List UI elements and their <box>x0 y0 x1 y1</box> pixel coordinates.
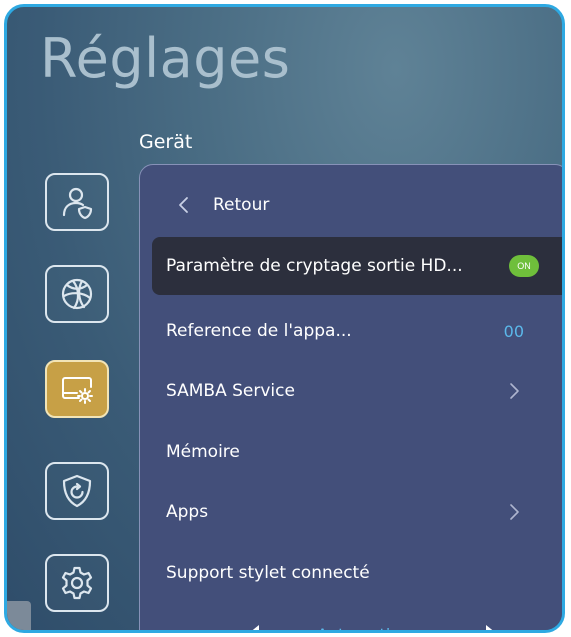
section-label: Gerät <box>139 131 193 153</box>
stylus-support-row[interactable]: Support stylet connecté <box>140 544 562 602</box>
sidebar-item-device[interactable] <box>45 360 109 418</box>
apps-row[interactable]: Apps <box>140 483 562 541</box>
apps-label: Apps <box>166 502 209 522</box>
device-reference-row[interactable]: Reference de l'appa... 00 <box>140 302 562 360</box>
stylus-mode-selector[interactable]: Automatique <box>140 620 562 633</box>
shield-refresh-icon <box>62 474 92 508</box>
hdmi-encryption-row[interactable]: Paramètre de cryptage sortie HD... ON <box>152 237 562 295</box>
device-reference-value: 00 <box>503 321 524 341</box>
device-reference-label: Reference de l'appa... <box>166 321 352 341</box>
samba-service-label: SAMBA Service <box>166 381 295 401</box>
sidebar-item-security[interactable] <box>45 462 109 520</box>
arrow-left-icon[interactable] <box>247 624 261 633</box>
globe-icon <box>61 278 93 310</box>
sidebar-item-user[interactable] <box>45 173 109 231</box>
sidebar-item-settings[interactable] <box>45 554 109 612</box>
chevron-right-icon <box>510 504 519 520</box>
settings-window: Réglages Gerät Retour Paramètre de crypt… <box>4 4 565 633</box>
device-settings-icon <box>62 377 93 404</box>
chevron-right-icon <box>510 383 519 399</box>
gear-icon <box>61 566 93 600</box>
page-title: Réglages <box>40 27 291 90</box>
chevron-left-icon <box>179 197 188 213</box>
hdmi-encryption-toggle[interactable]: ON <box>509 255 539 277</box>
back-label: Retour <box>213 195 270 215</box>
hdmi-encryption-label: Paramètre de cryptage sortie HD... <box>166 256 463 276</box>
stylus-mode-value: Automatique <box>317 625 420 630</box>
user-shield-icon <box>62 187 93 220</box>
sidebar-item-network[interactable] <box>45 265 109 323</box>
memory-label: Mémoire <box>166 442 240 462</box>
arrow-right-icon[interactable] <box>484 624 498 633</box>
back-button[interactable]: Retour <box>140 185 562 225</box>
scroll-handle[interactable] <box>7 601 31 630</box>
stylus-support-label: Support stylet connecté <box>166 563 370 583</box>
settings-panel: Retour Paramètre de cryptage sortie HD..… <box>139 164 562 633</box>
samba-service-row[interactable]: SAMBA Service <box>140 362 562 420</box>
memory-row[interactable]: Mémoire <box>140 423 562 481</box>
